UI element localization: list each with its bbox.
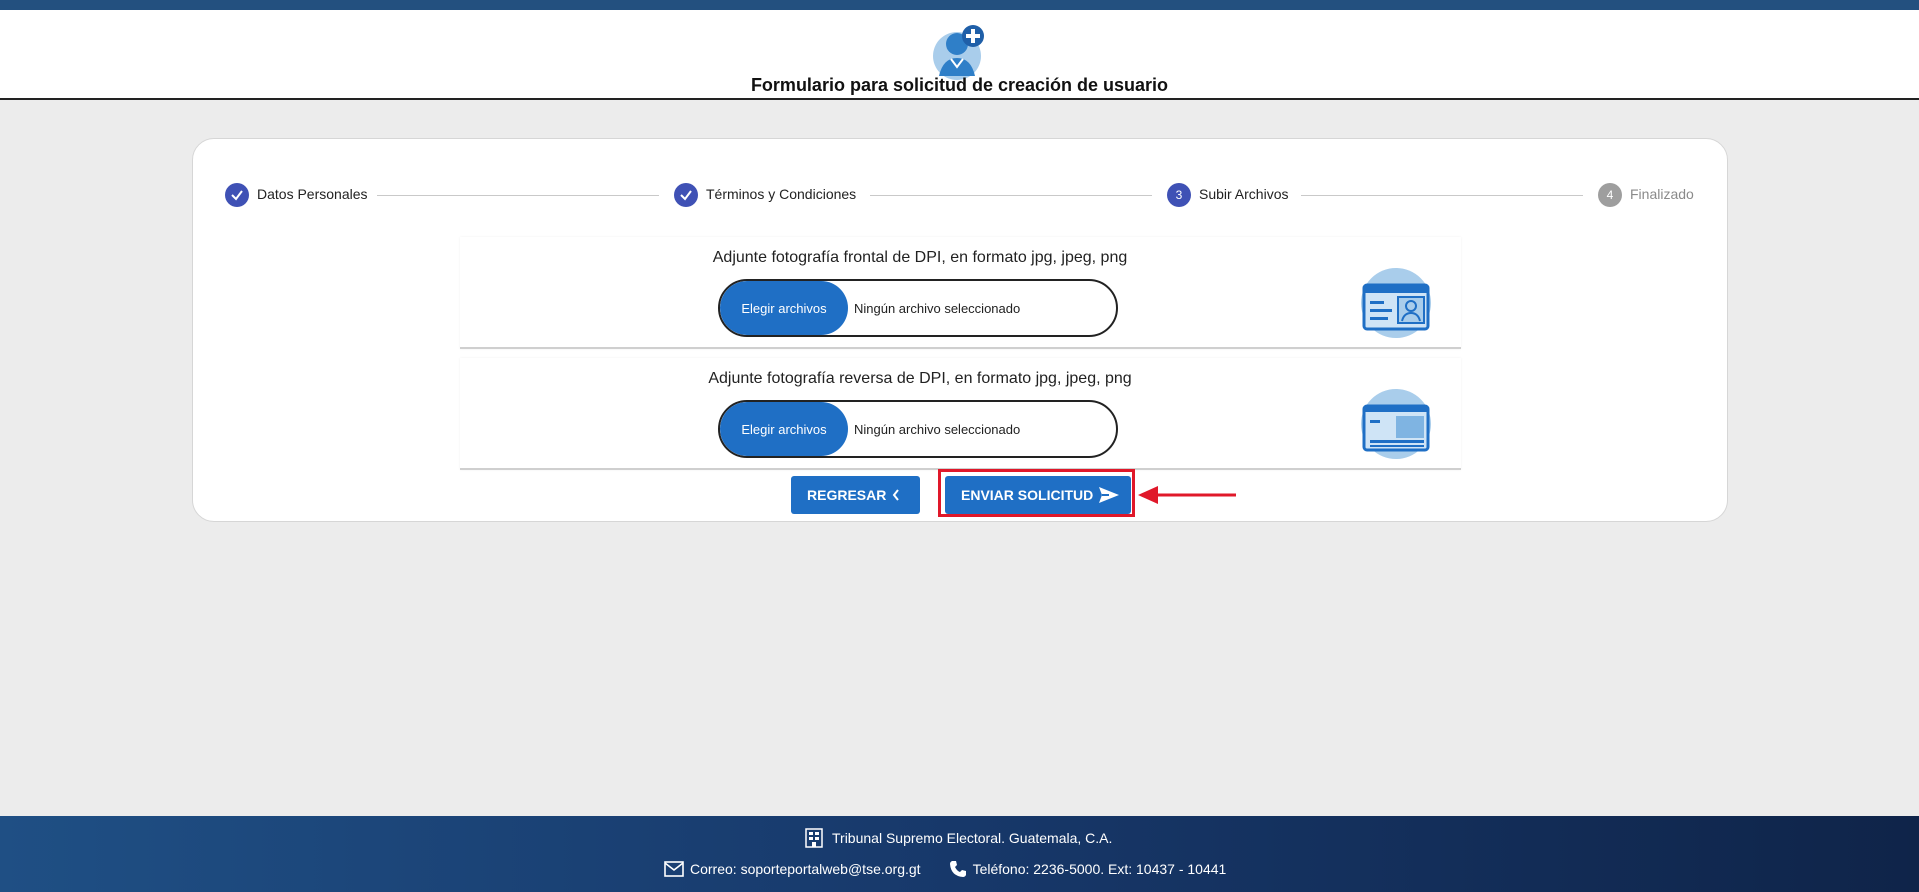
file-status: Ningún archivo seleccionado	[854, 301, 1021, 316]
step-connector	[870, 195, 1152, 196]
mail-icon	[664, 861, 684, 877]
step-2-check-icon	[674, 183, 698, 207]
phone-icon	[949, 861, 966, 877]
chevron-left-icon	[892, 489, 899, 501]
user-add-icon	[933, 25, 984, 80]
page-title: Formulario para solicitud de creación de…	[750, 75, 1169, 95]
upload-title: Adjunte fotografía reversa de DPI, en fo…	[708, 370, 1132, 387]
form-card: Datos Personales Términos y Condiciones …	[192, 138, 1728, 522]
step-3-label: Subir Archivos	[1199, 186, 1289, 202]
footer-org: Tribunal Supremo Electoral. Guatemala, C…	[804, 828, 1112, 848]
footer-email-text: Correo: soporteportalweb@tse.org.gt	[690, 861, 921, 877]
footer: Tribunal Supremo Electoral. Guatemala, C…	[0, 816, 1919, 892]
choose-files-button[interactable]: Elegir archivos	[720, 281, 848, 335]
file-status: Ningún archivo seleccionado	[854, 422, 1021, 437]
highlight-annotation-box	[938, 469, 1135, 517]
upload-dpi-front: Adjunte fotografía frontal de DPI, en fo…	[460, 237, 1461, 349]
footer-email: Correo: soporteportalweb@tse.org.gt	[664, 861, 921, 877]
id-card-front-icon	[1361, 268, 1431, 338]
building-icon	[805, 828, 823, 848]
step-connector	[1301, 195, 1583, 196]
step-4-number: 4	[1598, 183, 1622, 207]
step-1-label: Datos Personales	[257, 186, 368, 202]
choose-files-button[interactable]: Elegir archivos	[720, 402, 848, 456]
upload-dpi-back: Adjunte fotografía reversa de DPI, en fo…	[460, 358, 1461, 470]
file-input-dpi-back[interactable]: Elegir archivos Ningún archivo seleccion…	[718, 400, 1118, 458]
top-accent-bar	[0, 0, 1919, 10]
step-3-number: 3	[1167, 183, 1191, 207]
upload-title: Adjunte fotografía frontal de DPI, en fo…	[712, 249, 1128, 266]
page-header: Formulario para solicitud de creación de…	[0, 10, 1919, 100]
file-input-dpi-front[interactable]: Elegir archivos Ningún archivo seleccion…	[718, 279, 1118, 337]
footer-org-text: Tribunal Supremo Electoral. Guatemala, C…	[832, 830, 1113, 846]
step-2-label: Términos y Condiciones	[706, 186, 857, 202]
step-4-label: Finalizado	[1630, 186, 1694, 202]
back-button-label: REGRESAR	[807, 487, 887, 503]
footer-phone: Teléfono: 2236-5000. Ext: 10437 - 10441	[949, 860, 1227, 878]
footer-contact: Correo: soporteportalweb@tse.org.gt Telé…	[664, 860, 1226, 878]
back-button[interactable]: REGRESAR	[791, 476, 920, 514]
footer-phone-text: Teléfono: 2236-5000. Ext: 10437 - 10441	[972, 861, 1227, 877]
id-card-back-icon	[1361, 389, 1431, 459]
step-connector	[377, 195, 659, 196]
step-1-check-icon	[225, 183, 249, 207]
red-arrow-icon	[1138, 486, 1236, 504]
